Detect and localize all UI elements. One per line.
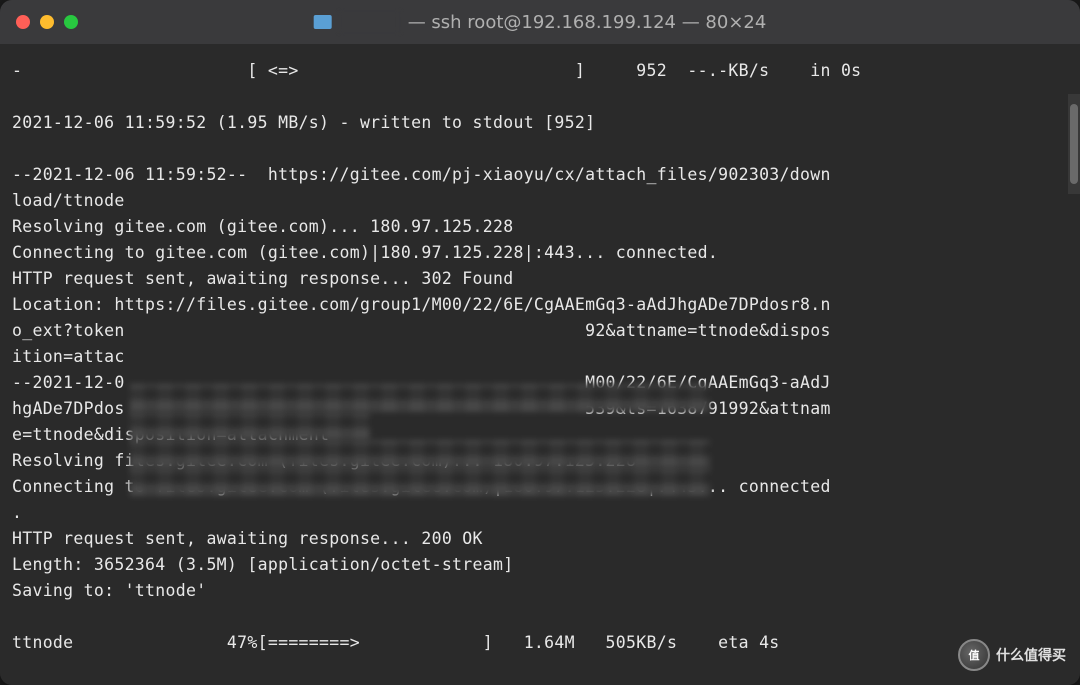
titlebar[interactable]: — ssh root@192.168.199.124 — 80×24	[0, 0, 1080, 44]
line: load/ttnode	[12, 191, 125, 210]
redacted-region	[130, 468, 710, 496]
line: .	[12, 503, 22, 522]
watermark-logo-icon: 值	[958, 639, 990, 671]
line: o_ext?token 92&attname=ttnode&dispos	[12, 321, 831, 340]
line: Saving to: 'ttnode'	[12, 581, 206, 600]
minimize-button[interactable]	[40, 15, 54, 29]
window-title: — ssh root@192.168.199.124 — 80×24	[314, 12, 767, 33]
redacted-region	[130, 440, 710, 468]
line: Location: https://files.gitee.com/group1…	[12, 295, 831, 314]
line: HTTP request sent, awaiting response... …	[12, 529, 483, 548]
line: Connecting to gitee.com (gitee.com)|180.…	[12, 243, 718, 262]
redacted-title-segment	[340, 12, 400, 32]
line: ttnode 47%[========> ] 1.64M 505KB/s eta…	[12, 633, 780, 652]
traffic-lights	[16, 15, 78, 29]
watermark-text: 什么值得买	[996, 645, 1066, 665]
close-button[interactable]	[16, 15, 30, 29]
zoom-button[interactable]	[64, 15, 78, 29]
line: Resolving gitee.com (gitee.com)... 180.9…	[12, 217, 513, 236]
redacted-region	[130, 384, 710, 412]
line: 2021-12-06 11:59:52 (1.95 MB/s) - writte…	[12, 113, 595, 132]
redacted-region	[130, 412, 370, 440]
line: ition=attac	[12, 347, 125, 366]
title-text: — ssh root@192.168.199.124 — 80×24	[408, 12, 767, 33]
line: HTTP request sent, awaiting response... …	[12, 269, 513, 288]
scrollbar-thumb[interactable]	[1070, 104, 1078, 184]
watermark: 值 什么值得买	[958, 639, 1066, 671]
line: - [ <=> ] 952 --.-KB/s in 0s	[12, 61, 861, 80]
folder-icon	[314, 15, 332, 29]
terminal-output: - [ <=> ] 952 --.-KB/s in 0s 2021-12-06 …	[12, 58, 1068, 656]
line: --2021-12-06 11:59:52-- https://gitee.co…	[12, 165, 831, 184]
terminal-window: — ssh root@192.168.199.124 — 80×24 - [ <…	[0, 0, 1080, 685]
terminal-content[interactable]: - [ <=> ] 952 --.-KB/s in 0s 2021-12-06 …	[0, 44, 1080, 685]
line: Length: 3652364 (3.5M) [application/octe…	[12, 555, 513, 574]
